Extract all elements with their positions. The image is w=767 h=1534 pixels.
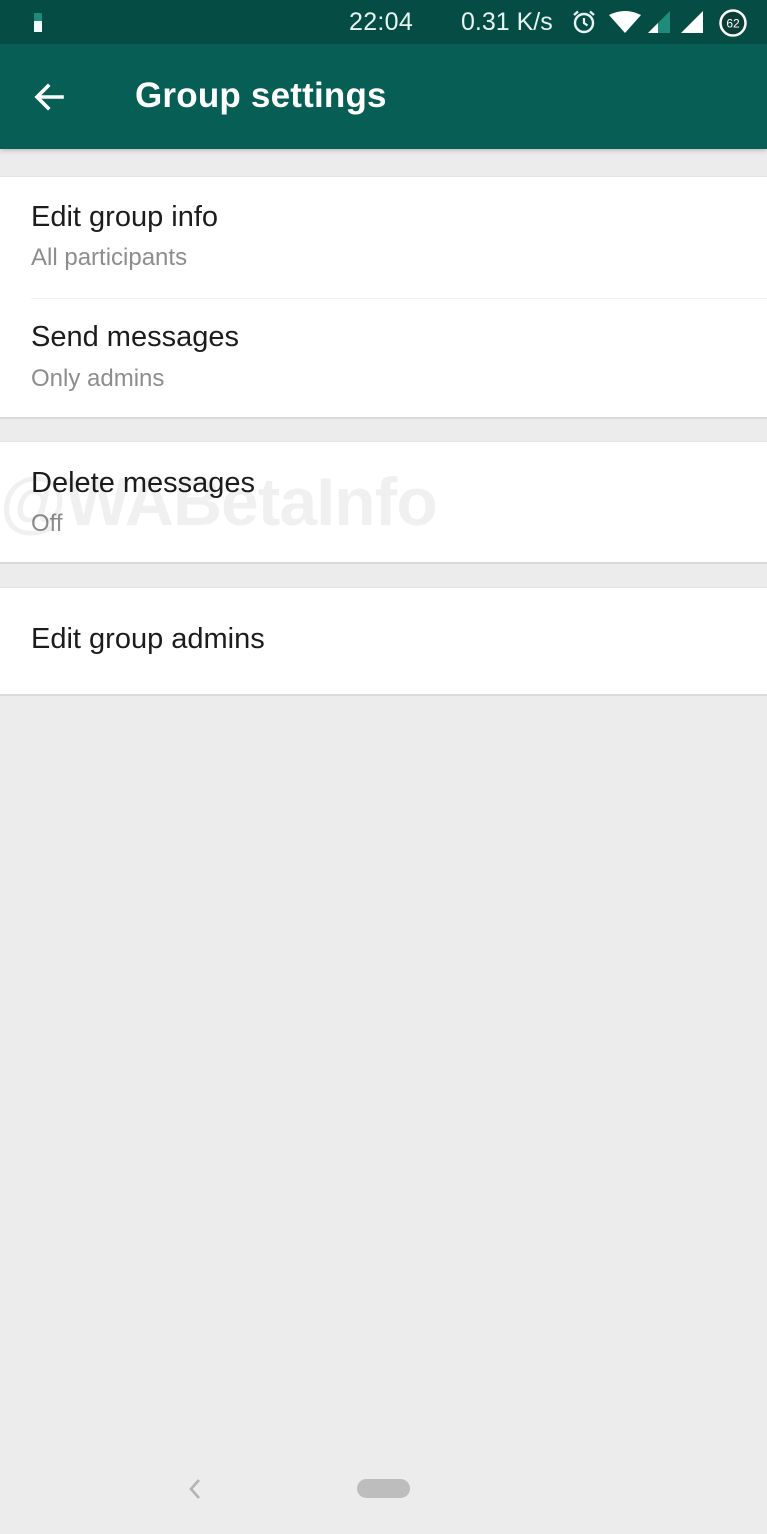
setting-value: Only admins [31, 365, 165, 392]
app-bar: Group settings [0, 44, 767, 149]
chevron-left-icon[interactable] [182, 1474, 208, 1504]
home-pill-icon[interactable] [357, 1479, 410, 1498]
svg-text:62: 62 [726, 17, 740, 31]
delete-messages-card: Delete messages Off [0, 441, 767, 564]
edit-group-info-setting[interactable]: Edit group info All participants [0, 177, 767, 298]
setting-label: Delete messages [31, 467, 256, 499]
signal-icon [681, 11, 703, 33]
page-title: Group settings [135, 76, 387, 115]
permissions-card: Edit group info All participants Send me… [0, 176, 767, 419]
status-bar: 22:04 0.31 K/s 62 [0, 0, 767, 44]
alarm-icon [573, 10, 595, 34]
setting-label: Edit group info [31, 201, 219, 233]
setting-value: All participants [31, 244, 188, 271]
admins-card: Edit group admins [0, 587, 767, 696]
network-speed: 0.31 K/s [461, 8, 553, 36]
setting-label: Edit group admins [31, 623, 265, 655]
arrow-left-icon[interactable] [28, 76, 70, 118]
clock: 22:04 [349, 8, 414, 36]
setting-label: Send messages [31, 321, 239, 353]
battery-ring-icon: 62 [719, 9, 747, 37]
wifi-icon [609, 11, 641, 33]
setting-value: Off [31, 510, 63, 537]
edit-group-admins-setting[interactable]: Edit group admins [0, 588, 767, 694]
delete-messages-setting[interactable]: Delete messages Off [0, 442, 767, 562]
battery-small-icon [34, 13, 42, 32]
send-messages-setting[interactable]: Send messages Only admins [0, 299, 767, 417]
signal-icon [648, 11, 670, 33]
